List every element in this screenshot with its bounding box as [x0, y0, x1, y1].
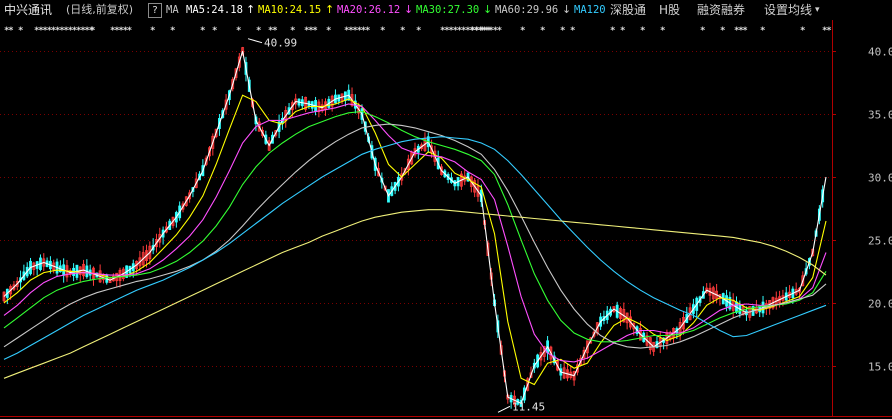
chevron-down-icon[interactable]: ▾ [815, 0, 820, 20]
ma-settings-dropdown[interactable]: 设置均线 [764, 0, 812, 20]
low-price-label: 11.45 [512, 400, 545, 413]
chart-background [0, 20, 892, 419]
event-marker: * [326, 26, 331, 36]
event-marker: * [150, 26, 155, 36]
event-marker: * [8, 26, 13, 36]
y-tick-label: 25.00 [868, 235, 892, 248]
ma-label: MA [166, 4, 179, 16]
event-marker: * [212, 26, 217, 36]
event-marker: * [640, 26, 645, 36]
kline-chart[interactable]: ** * *************** ***** * * * * * * ** * *** * ****… [0, 0, 892, 419]
h-share-link[interactable]: H股 [659, 0, 680, 20]
margin-trading-link[interactable]: 融资融券 [697, 0, 745, 20]
event-marker: * [610, 26, 615, 36]
event-marker: * [365, 26, 370, 36]
help-button[interactable]: ? [148, 3, 162, 18]
event-marker: * [380, 26, 385, 36]
event-marker: * [720, 26, 725, 36]
event-marker: * [416, 26, 421, 36]
ma60-down-arrow-icon: ↓ [562, 3, 572, 16]
event-marker: * [272, 26, 277, 36]
ma10-up-arrow-icon: ↑ [325, 3, 335, 16]
ma5-up-arrow-icon: ↑ [246, 3, 256, 16]
ma120-value: MA120 [574, 4, 606, 16]
event-marker: * [312, 26, 317, 36]
event-marker: * [660, 26, 665, 36]
ma20-down-arrow-icon: ↓ [404, 3, 414, 16]
ma30-value: MA30:27.30 [416, 4, 480, 16]
event-marker: * [290, 26, 295, 36]
event-marker: * [170, 26, 175, 36]
ma30-down-arrow-icon: ↓ [483, 3, 493, 16]
event-marker: * [127, 26, 132, 36]
event-marker: * [560, 26, 565, 36]
event-marker: * [760, 26, 765, 36]
ma5-value: MA5:24.18 [186, 4, 243, 16]
y-tick-label: 40.00 [868, 46, 892, 59]
y-tick-label: 20.00 [868, 298, 892, 311]
event-marker: * [400, 26, 405, 36]
high-price-label: 40.99 [264, 37, 297, 50]
event-marker: * [826, 26, 831, 36]
y-tick-label: 35.00 [868, 109, 892, 122]
event-marker: * [90, 26, 95, 36]
adjust-mode[interactable]: (日线,前复权) [66, 0, 133, 20]
ma60-value: MA60:29.96 [495, 4, 559, 16]
event-marker: * [570, 26, 575, 36]
ma20-value: MA20:26.12 [337, 4, 401, 16]
event-marker: * [620, 26, 625, 36]
event-marker: * [200, 26, 205, 36]
ma10-value: MA10:24.15 [258, 4, 322, 16]
event-marker: * [800, 26, 805, 36]
event-marker: * [540, 26, 545, 36]
event-marker: * [520, 26, 525, 36]
event-marker: * [700, 26, 705, 36]
event-marker: * [18, 26, 23, 36]
event-marker: * [256, 26, 261, 36]
ma-toolbar: 中兴通讯 (日线,前复权) ? MA MA5:24.18 ↑ MA10:24.1… [0, 0, 892, 20]
y-tick-label: 15.00 [868, 361, 892, 374]
event-marker: * [236, 26, 241, 36]
event-marker: * [742, 26, 747, 36]
stock-name[interactable]: 中兴通讯 [4, 0, 52, 20]
shenzhen-connect-link[interactable]: 深股通 [610, 0, 646, 20]
event-marker: * [497, 26, 502, 36]
y-tick-label: 30.00 [868, 172, 892, 185]
